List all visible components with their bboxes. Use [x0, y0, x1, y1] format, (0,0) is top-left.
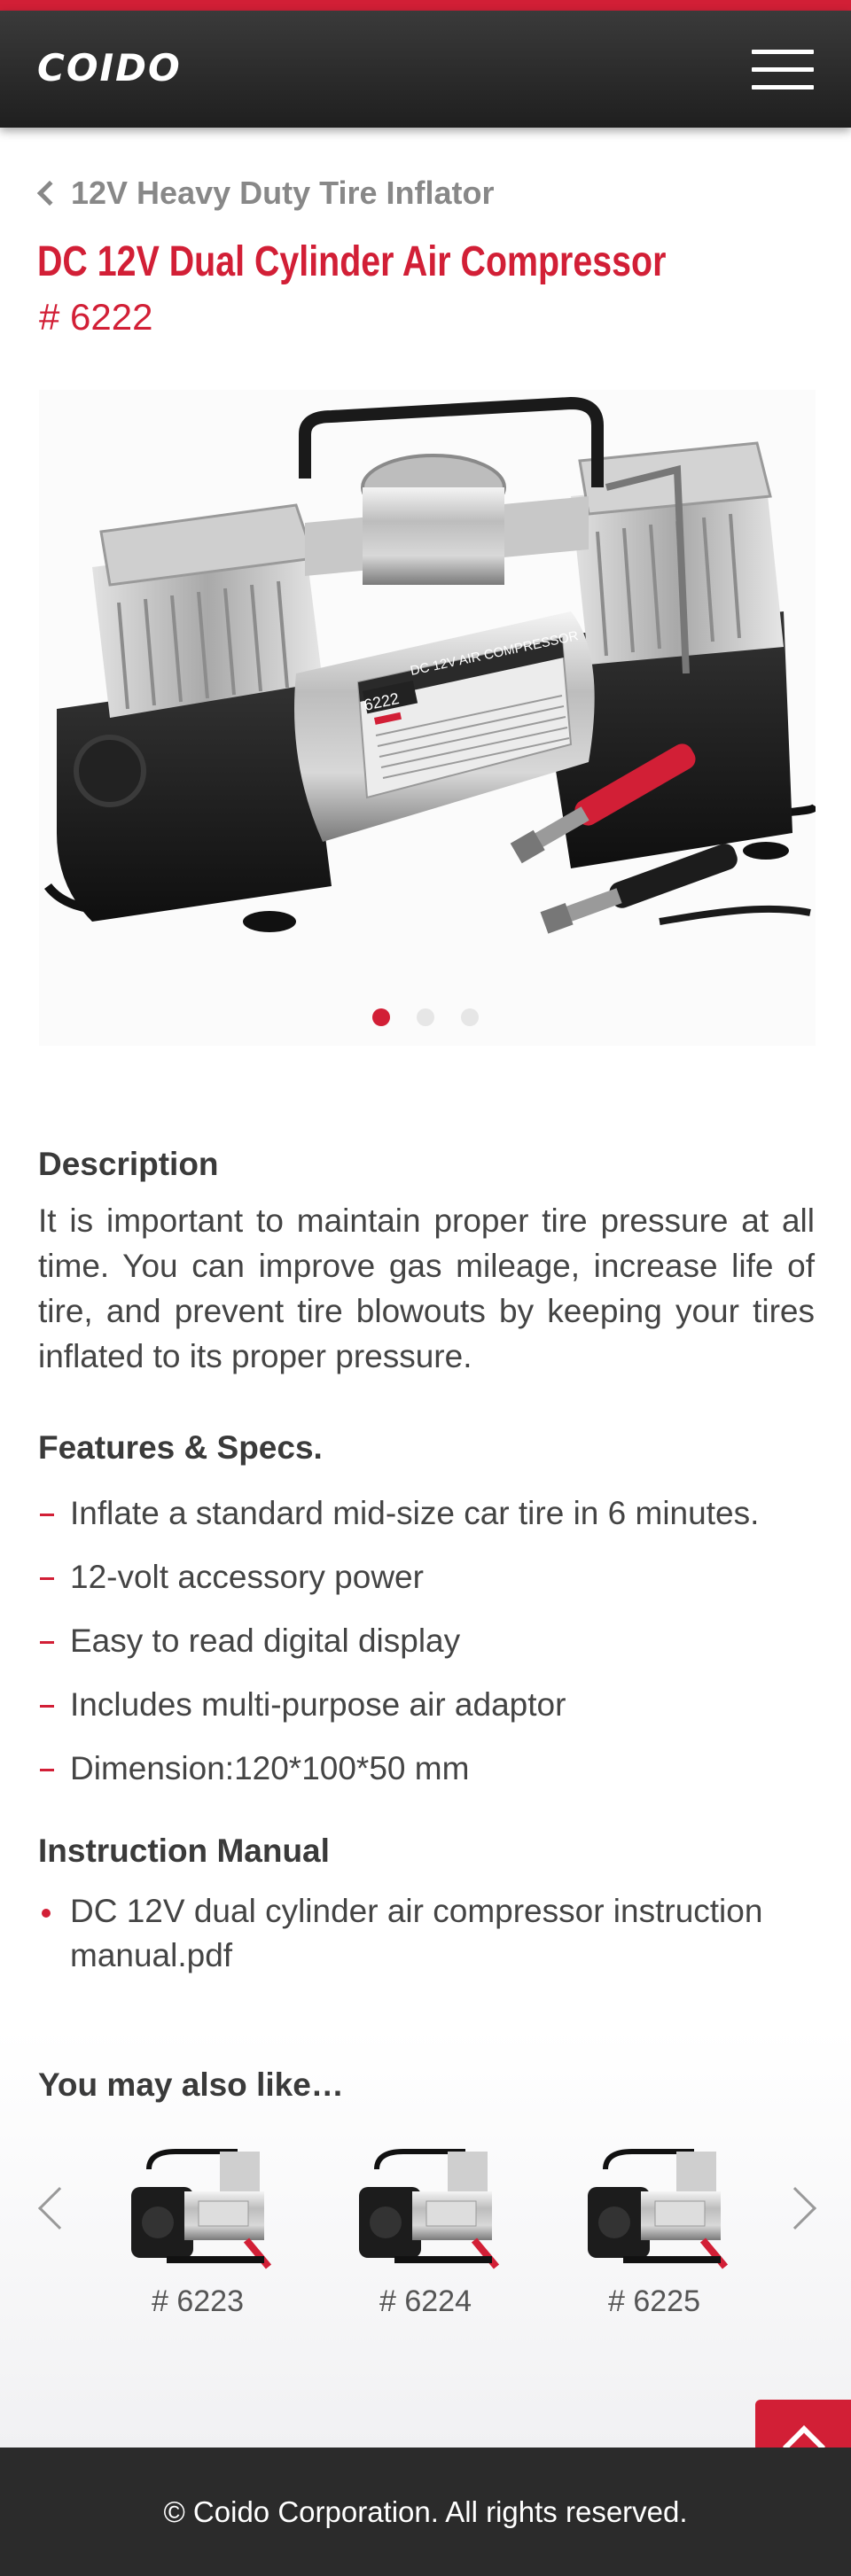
- compressor-thumbnail-icon: [359, 2149, 500, 2269]
- manual-pdf-link[interactable]: DC 12V dual cylinder air compressor inst…: [38, 1889, 827, 1978]
- compressor-thumbnail-icon: [131, 2149, 272, 2269]
- back-link-label: 12V Heavy Duty Tire Inflator: [71, 175, 495, 211]
- product-image[interactable]: DC 12V AIR COMPRESSOR 6222: [39, 390, 819, 1046]
- related-product-label: # 6223: [152, 2284, 244, 2318]
- related-product-6225[interactable]: # 6225: [570, 2143, 738, 2329]
- site-header: COIDO: [0, 11, 851, 128]
- features-list: Inflate a standard mid-size car tire in …: [38, 1482, 827, 1801]
- instruction-manual-heading: Instruction Manual: [38, 1833, 330, 1869]
- carousel-dots: [372, 1008, 479, 1026]
- copyright-text: © Coido Corporation. All rights reserved…: [163, 2495, 688, 2528]
- carousel-dot-1[interactable]: [372, 1008, 390, 1026]
- feature-item: Dimension:120*100*50 mm: [38, 1737, 827, 1801]
- chevron-left-icon: [36, 180, 63, 206]
- coido-logo[interactable]: COIDO: [37, 46, 182, 90]
- product-title: DC 12V Dual Cylinder Air Compressor: [37, 238, 667, 285]
- product-sku: # 6222: [39, 296, 153, 338]
- manual-list: DC 12V dual cylinder air compressor inst…: [38, 1889, 827, 1978]
- related-heading: You may also like…: [38, 2066, 344, 2103]
- feature-item: Includes multi-purpose air adaptor: [38, 1673, 827, 1737]
- compressor-thumbnail-icon: [588, 2149, 729, 2269]
- site-footer: © Coido Corporation. All rights reserved…: [0, 2448, 851, 2576]
- air-compressor-illustration: DC 12V AIR COMPRESSOR 6222: [44, 396, 819, 934]
- feature-item: Inflate a standard mid-size car tire in …: [38, 1482, 827, 1545]
- back-link[interactable]: 12V Heavy Duty Tire Inflator: [35, 173, 495, 214]
- carousel-dot-3[interactable]: [461, 1008, 479, 1026]
- feature-item: Easy to read digital display: [38, 1609, 827, 1673]
- description-text: It is important to maintain proper tire …: [38, 1202, 815, 1374]
- carousel-dot-2[interactable]: [417, 1008, 434, 1026]
- description-heading: Description: [38, 1146, 219, 1182]
- related-product-label: # 6225: [608, 2284, 700, 2318]
- brand-top-bar: [0, 0, 851, 11]
- feature-item: 12-volt accessory power: [38, 1545, 827, 1609]
- related-product-label: # 6224: [379, 2284, 472, 2318]
- related-product-6223[interactable]: # 6223: [113, 2143, 282, 2329]
- related-product-6224[interactable]: # 6224: [341, 2143, 510, 2329]
- hamburger-menu-icon[interactable]: [752, 46, 814, 92]
- features-heading: Features & Specs.: [38, 1429, 323, 1466]
